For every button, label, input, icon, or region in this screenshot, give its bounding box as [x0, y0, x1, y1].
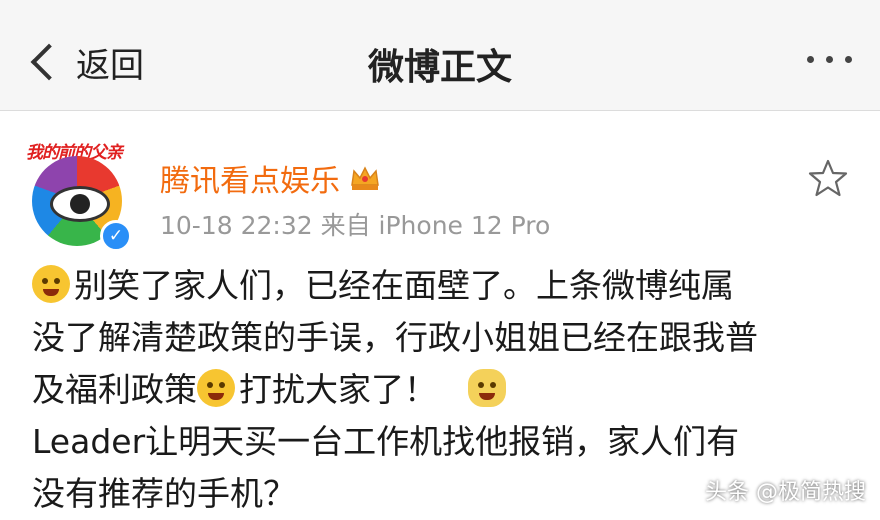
content-line: 及福利政策 打扰大家了！ — [32, 364, 862, 416]
more-icon[interactable] — [807, 56, 852, 63]
crown-icon — [351, 166, 379, 190]
author-name-link[interactable]: 腾讯看点娱乐 — [160, 156, 380, 200]
content-line: 没了解清楚政策的手误，行政小姐姐已经在跟我普 — [32, 318, 758, 357]
top-nav-bar: 返回 微博正文 — [0, 0, 880, 111]
star-icon[interactable] — [808, 158, 848, 198]
more-dot — [845, 56, 852, 63]
more-dot — [826, 56, 833, 63]
content-line: 别笑了家人们，已经在面壁了。上条微博纯属 — [32, 260, 862, 312]
avatar[interactable]: 我的前的父亲 ✓ — [26, 138, 134, 252]
content-text: 打扰大家了！ — [239, 370, 437, 409]
content-text: 及福利政策 — [32, 370, 197, 409]
eye-pupil — [70, 194, 90, 214]
watermark: 头条 @极简热搜 — [705, 480, 866, 505]
author-name: 腾讯看点娱乐 — [160, 164, 340, 199]
eye-icon — [50, 186, 110, 222]
content-line: Leader让明天买一台工作机找他报销，家人们有 — [32, 422, 740, 461]
page-title: 微博正文 — [367, 47, 512, 88]
crying-emoji-icon — [32, 265, 70, 303]
verified-icon: ✓ — [100, 220, 132, 252]
more-dot — [807, 56, 814, 63]
cat-emoji-icon — [467, 369, 506, 407]
post-meta: 10-18 22:32 来自 iPhone 12 Pro — [160, 211, 551, 240]
laughing-emoji-icon — [197, 369, 235, 407]
content-text: 别笑了家人们，已经在面壁了。上条微博纯属 — [74, 266, 734, 305]
